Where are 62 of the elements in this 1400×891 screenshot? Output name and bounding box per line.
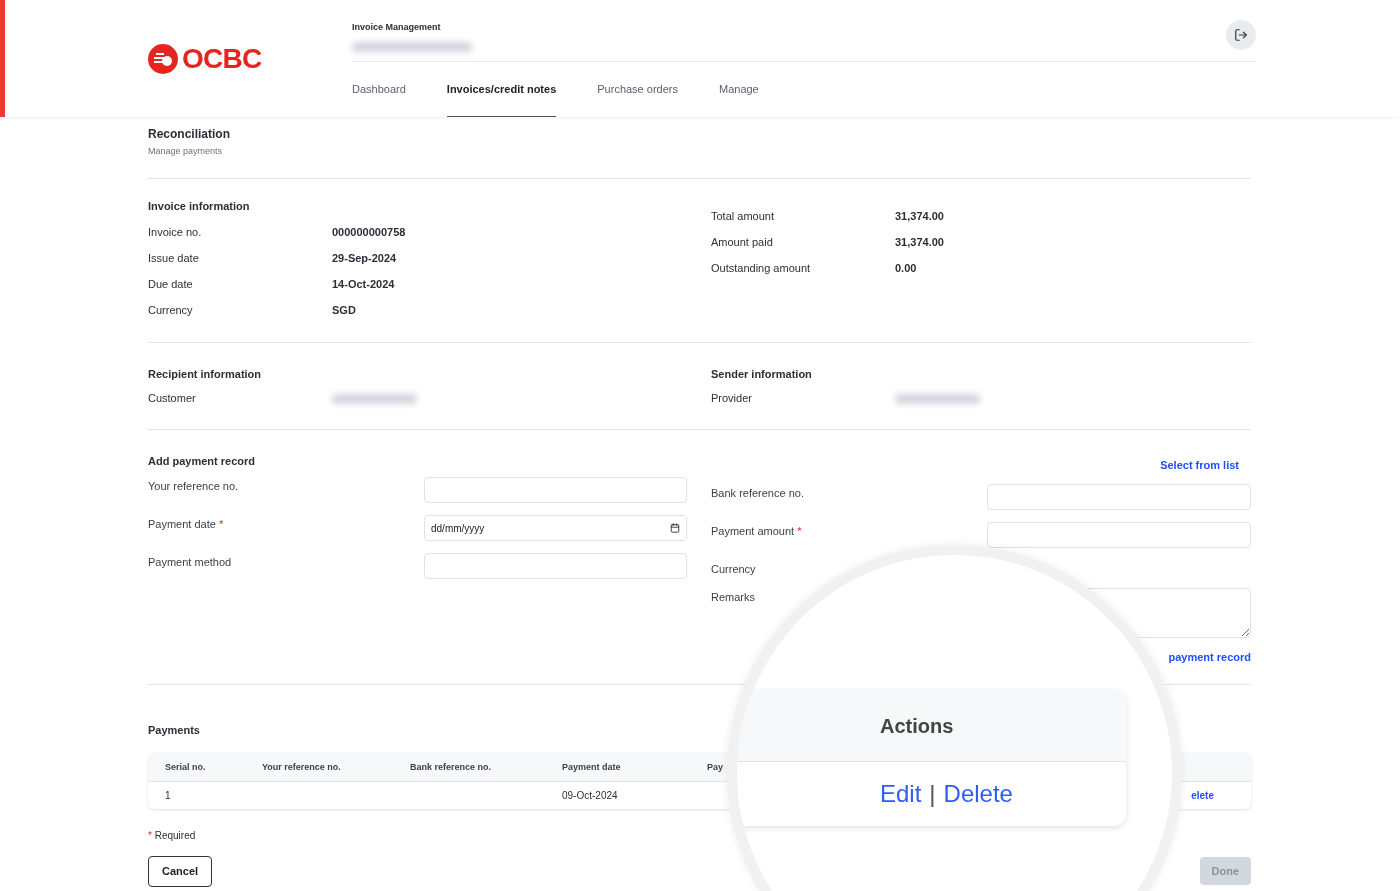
logout-button[interactable] [1226,20,1256,50]
field-label: Payment amount * [711,525,802,537]
add-payment-record-link[interactable]: payment record [1168,651,1251,664]
logo-text: OCBC [182,44,262,73]
calendar-icon [670,523,680,533]
section-heading: Payments [148,724,200,736]
column-header: Bank reference no. [410,760,493,774]
column-header: Serial no. [165,760,207,774]
page-title: Reconciliation [148,127,231,142]
select-from-list-link[interactable]: Select from list [1160,459,1239,472]
input-field[interactable] [424,553,687,579]
section-heading: Add payment record [148,455,256,468]
field-label: Outstanding amount [711,262,812,275]
field-label: Currency [711,563,756,575]
field-label: Invoice no. [148,226,203,239]
field-value: 31,374.00 [895,236,944,249]
app-title: Invoice Management [352,21,442,34]
page-subtitle: Manage payments [148,145,224,158]
section-heading: Sender information [711,368,813,381]
field-value: 29-Sep-2024 [332,252,397,265]
column-header: Your reference no. [262,760,342,774]
table-cell-text: 1 [165,789,172,802]
nav-tab[interactable]: Purchase orders [597,62,678,117]
logout-icon [1234,28,1248,42]
logo-icon [148,43,178,74]
field-label: Due date [148,278,194,291]
edit-link[interactable]: Edit [880,776,922,812]
field-value: SGD [332,304,356,317]
input-field[interactable] [987,484,1251,510]
section-heading: Invoice information [148,200,251,213]
nav-tab[interactable]: Dashboard [352,62,406,117]
column-header: Payment date [562,760,622,774]
delete-link[interactable]: elete [1191,789,1251,802]
field-label: Total amount [711,210,775,223]
field-label: Payment method [148,556,232,568]
cancel-button[interactable]: Cancel [148,856,213,887]
nav-tab[interactable]: Invoices/credit notes [446,62,557,117]
field-label: Currency [148,304,194,317]
date-field[interactable]: dd/mm/yyyy [424,515,687,541]
column-header: Actions [880,713,954,739]
separator: | [929,779,936,809]
field-label: Provider [711,392,753,405]
field-label: Bank reference no. [711,487,804,499]
nav-tab[interactable]: Manage [719,62,759,117]
field-label: Your reference no. [148,480,239,492]
field-label: Issue date [148,252,200,265]
section-heading: Recipient information [148,368,263,381]
required-note: * Required [148,830,196,841]
field-label: Payment date * [148,518,224,530]
field-value: 31,374.00 [895,210,944,223]
delete-link[interactable]: Delete [943,776,1013,812]
logo[interactable]: OCBC [148,43,262,74]
field-label: Amount paid [711,236,774,249]
input-field[interactable] [424,477,687,503]
table-cell-text: 09-Oct-2024 [562,789,619,802]
field-value: 000000000758 [332,226,406,239]
input-field[interactable] [987,522,1251,548]
field-label: Remarks [711,591,755,603]
field-label: Customer [148,392,197,405]
column-header: Pay [707,760,724,774]
field-value: 0.00 [895,262,917,275]
field-value: 14-Oct-2024 [332,278,395,291]
